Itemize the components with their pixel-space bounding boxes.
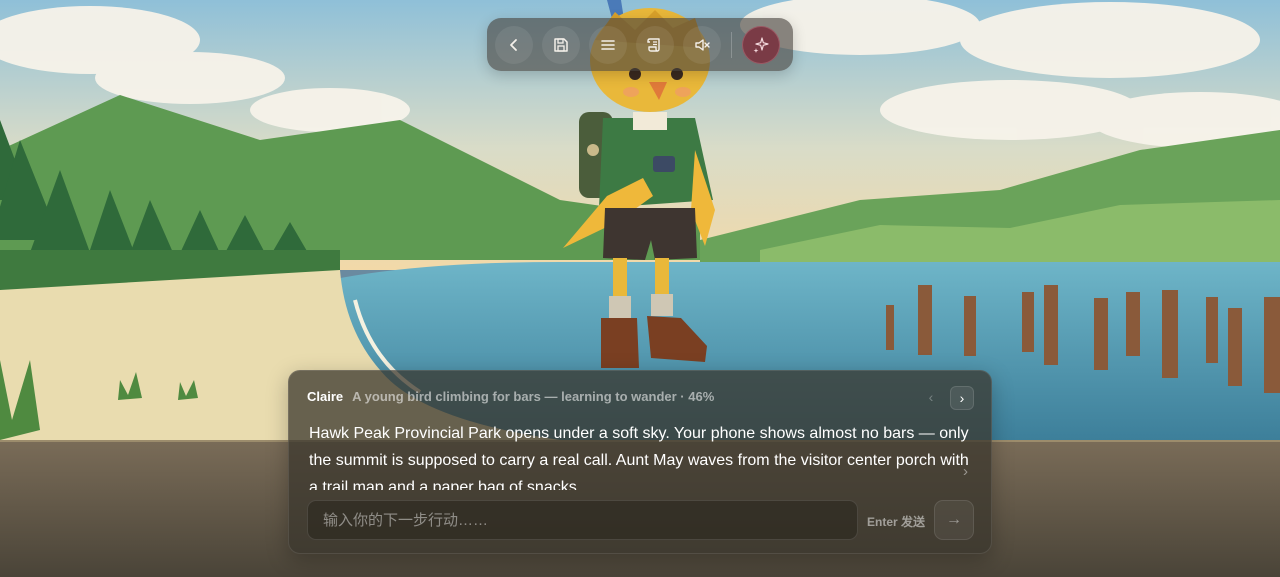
speaker-subtitle: A young bird climbing for bars — learnin… — [352, 389, 715, 404]
dialogue-header: Claire A young bird climbing for bars — … — [307, 389, 714, 405]
previous-page-button[interactable]: ‹ — [921, 387, 941, 407]
arrow-right-icon: → — [946, 511, 962, 528]
toolbar-divider — [731, 31, 732, 58]
sparkle-icon — [753, 36, 769, 53]
back-button[interactable] — [495, 25, 533, 64]
action-input-row: Enter 发送 → — [307, 500, 974, 540]
scroll-icon — [647, 37, 660, 52]
save-button[interactable] — [542, 25, 580, 64]
mute-icon — [695, 38, 710, 51]
menu-button[interactable] — [589, 25, 627, 64]
ai-sparkle-button[interactable] — [742, 25, 780, 64]
history-log-button[interactable] — [636, 25, 674, 64]
story-text: Hawk Peak Provincial Park opens under a … — [309, 425, 969, 490]
enter-to-send-hint: Enter 发送 — [867, 515, 926, 529]
action-input[interactable] — [307, 500, 858, 540]
next-page-button[interactable]: › — [950, 386, 974, 410]
chevron-left-icon — [510, 38, 517, 51]
top-toolbar — [487, 18, 793, 71]
save-icon — [554, 37, 568, 52]
speaker-name: Claire — [307, 389, 344, 404]
send-button[interactable]: → — [934, 500, 974, 540]
dialogue-panel: Claire A young bird climbing for bars — … — [288, 370, 992, 554]
menu-icon — [601, 39, 615, 50]
continue-chevron-icon[interactable]: › — [963, 463, 968, 480]
mute-button[interactable] — [683, 25, 721, 64]
